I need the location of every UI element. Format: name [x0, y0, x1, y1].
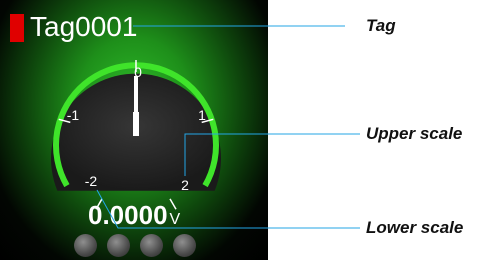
meter-panel: Tag0001 -2 -1 0 1 2 0.0000 V: [0, 0, 268, 260]
indicator-lamp-1: [74, 234, 97, 257]
indicator-lamp-2: [107, 234, 130, 257]
value-number: 0.0000: [88, 200, 168, 230]
callout-lower-scale: Lower scale: [366, 218, 464, 237]
indicator-lamp-3: [140, 234, 163, 257]
indicator-lamp-4: [173, 234, 196, 257]
callout-upper-scale: Upper scale: [366, 124, 463, 143]
indicator-lamps: [74, 234, 196, 257]
callout-tag: Tag: [366, 16, 396, 35]
tick-label-neg2: -2: [85, 173, 98, 189]
value-readout: 0.0000 V: [88, 200, 180, 235]
tick-label-pos1: 1: [198, 107, 206, 123]
figure: Tag0001 -2 -1 0 1 2 0.0000 V Tag Upper s…: [0, 0, 489, 260]
value-unit: V: [169, 211, 181, 228]
tick-label-neg1: -1: [67, 107, 80, 123]
tick-label-pos2: 2: [181, 177, 189, 193]
